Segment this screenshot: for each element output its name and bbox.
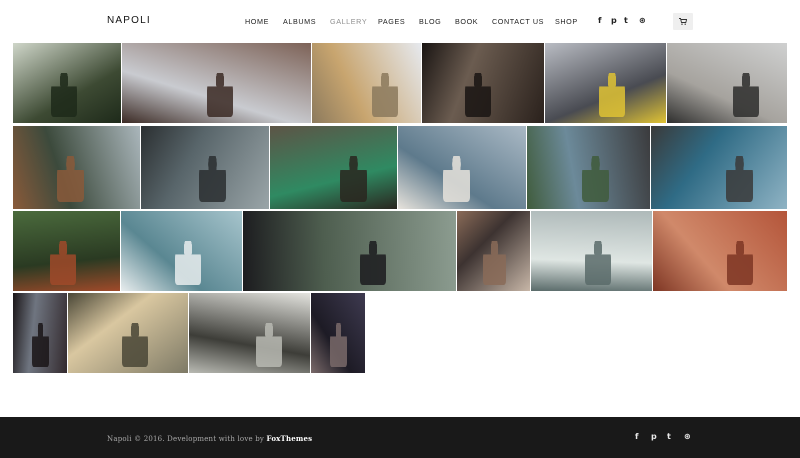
copyright-text: Napoli © 2016. Development with love by bbox=[107, 435, 265, 443]
gallery-photo-hair-wind-sunset[interactable] bbox=[457, 211, 530, 291]
photo-subject bbox=[122, 323, 148, 367]
gallery-photo-two-girls-field[interactable] bbox=[312, 43, 421, 123]
gallery-photo-bridge-yellow-jacket[interactable] bbox=[545, 43, 666, 123]
gallery-photo-woman-arms-up-beach[interactable] bbox=[398, 126, 526, 209]
photo-subject bbox=[726, 156, 753, 202]
photo-subject bbox=[733, 73, 759, 117]
gallery-photo-lake-forest-redhead[interactable] bbox=[13, 126, 140, 209]
site-footer: Napoli © 2016. Development with love by … bbox=[0, 417, 800, 458]
cart-button[interactable] bbox=[673, 13, 693, 30]
site-header: NAPOLI HOME ALBUMS GALLERY PAGES BLOG BO… bbox=[0, 0, 800, 42]
pinterest-icon[interactable]: p bbox=[611, 16, 617, 25]
gallery-photo-woman-sitting-room[interactable] bbox=[422, 43, 544, 123]
footer-pinterest-icon[interactable]: p bbox=[651, 432, 657, 441]
cart-icon bbox=[679, 18, 687, 25]
footer-dribbble-icon[interactable]: ⊛ bbox=[684, 432, 691, 441]
photo-subject bbox=[256, 323, 282, 367]
nav-item-albums[interactable]: ALBUMS bbox=[283, 17, 316, 26]
gallery-photo-redhead-bushes[interactable] bbox=[13, 211, 120, 291]
gallery-photo-girl-car-window[interactable] bbox=[531, 211, 652, 291]
gallery-photo-black-hat-forest[interactable] bbox=[243, 211, 456, 291]
photo-subject bbox=[372, 73, 398, 117]
gallery-photo-sea-mist-sitting[interactable] bbox=[141, 126, 269, 209]
gallery-photo-woman-shadow-wall[interactable] bbox=[311, 293, 365, 373]
gallery-photo-woman-rocks-sea[interactable] bbox=[651, 126, 787, 209]
photo-subject bbox=[582, 156, 609, 202]
gallery-photo-hands-holding-plant[interactable] bbox=[527, 126, 650, 209]
gallery-photo-woman-dark-building[interactable] bbox=[13, 293, 67, 373]
photo-subject bbox=[175, 241, 201, 285]
gallery-photo-woman-lying-window[interactable] bbox=[667, 43, 787, 123]
facebook-icon[interactable]: f bbox=[598, 16, 601, 25]
gallery-photo-man-white-flowers[interactable] bbox=[189, 293, 310, 373]
photo-subject bbox=[443, 156, 470, 202]
photo-subject bbox=[330, 323, 347, 367]
gallery-photo-woman-blowing-hair[interactable] bbox=[122, 43, 311, 123]
footer-brand-link[interactable]: FoxThemes bbox=[267, 434, 313, 443]
gallery-photo-red-canyon[interactable] bbox=[653, 211, 787, 291]
nav-item-shop[interactable]: SHOP bbox=[555, 17, 578, 26]
gallery-photo-bench-green-railing[interactable] bbox=[270, 126, 397, 209]
photo-subject bbox=[199, 156, 226, 202]
photo-subject bbox=[340, 156, 367, 202]
photo-subject bbox=[50, 241, 76, 285]
photo-subject bbox=[599, 73, 625, 117]
photo-subject bbox=[585, 241, 611, 285]
twitter-icon[interactable]: t bbox=[624, 16, 628, 25]
photo-subject bbox=[207, 73, 233, 117]
gallery-photo-white-dress-lake[interactable] bbox=[121, 211, 242, 291]
footer-twitter-icon[interactable]: t bbox=[667, 432, 671, 441]
gallery-photo-greenhouse-sign[interactable] bbox=[13, 43, 121, 123]
photo-subject bbox=[727, 241, 753, 285]
gallery-photo-blonde-hair-blowing[interactable] bbox=[68, 293, 188, 373]
photo-subject bbox=[57, 156, 84, 202]
photo-subject bbox=[483, 241, 506, 285]
photo-subject bbox=[360, 241, 386, 285]
photo-subject bbox=[465, 73, 491, 117]
nav-item-blog[interactable]: BLOG bbox=[419, 17, 441, 26]
photo-subject bbox=[51, 73, 77, 117]
nav-item-book[interactable]: BOOK bbox=[455, 17, 478, 26]
nav-item-pages[interactable]: PAGES bbox=[378, 17, 405, 26]
nav-item-home[interactable]: HOME bbox=[245, 17, 269, 26]
nav-item-contact-us[interactable]: CONTACT US bbox=[492, 17, 544, 26]
footer-copyright: Napoli © 2016. Development with love by … bbox=[107, 434, 312, 443]
nav-item-gallery[interactable]: GALLERY bbox=[330, 17, 367, 26]
photo-subject bbox=[32, 323, 49, 367]
dribbble-icon[interactable]: ⊛ bbox=[639, 16, 646, 25]
footer-facebook-icon[interactable]: f bbox=[635, 432, 638, 441]
